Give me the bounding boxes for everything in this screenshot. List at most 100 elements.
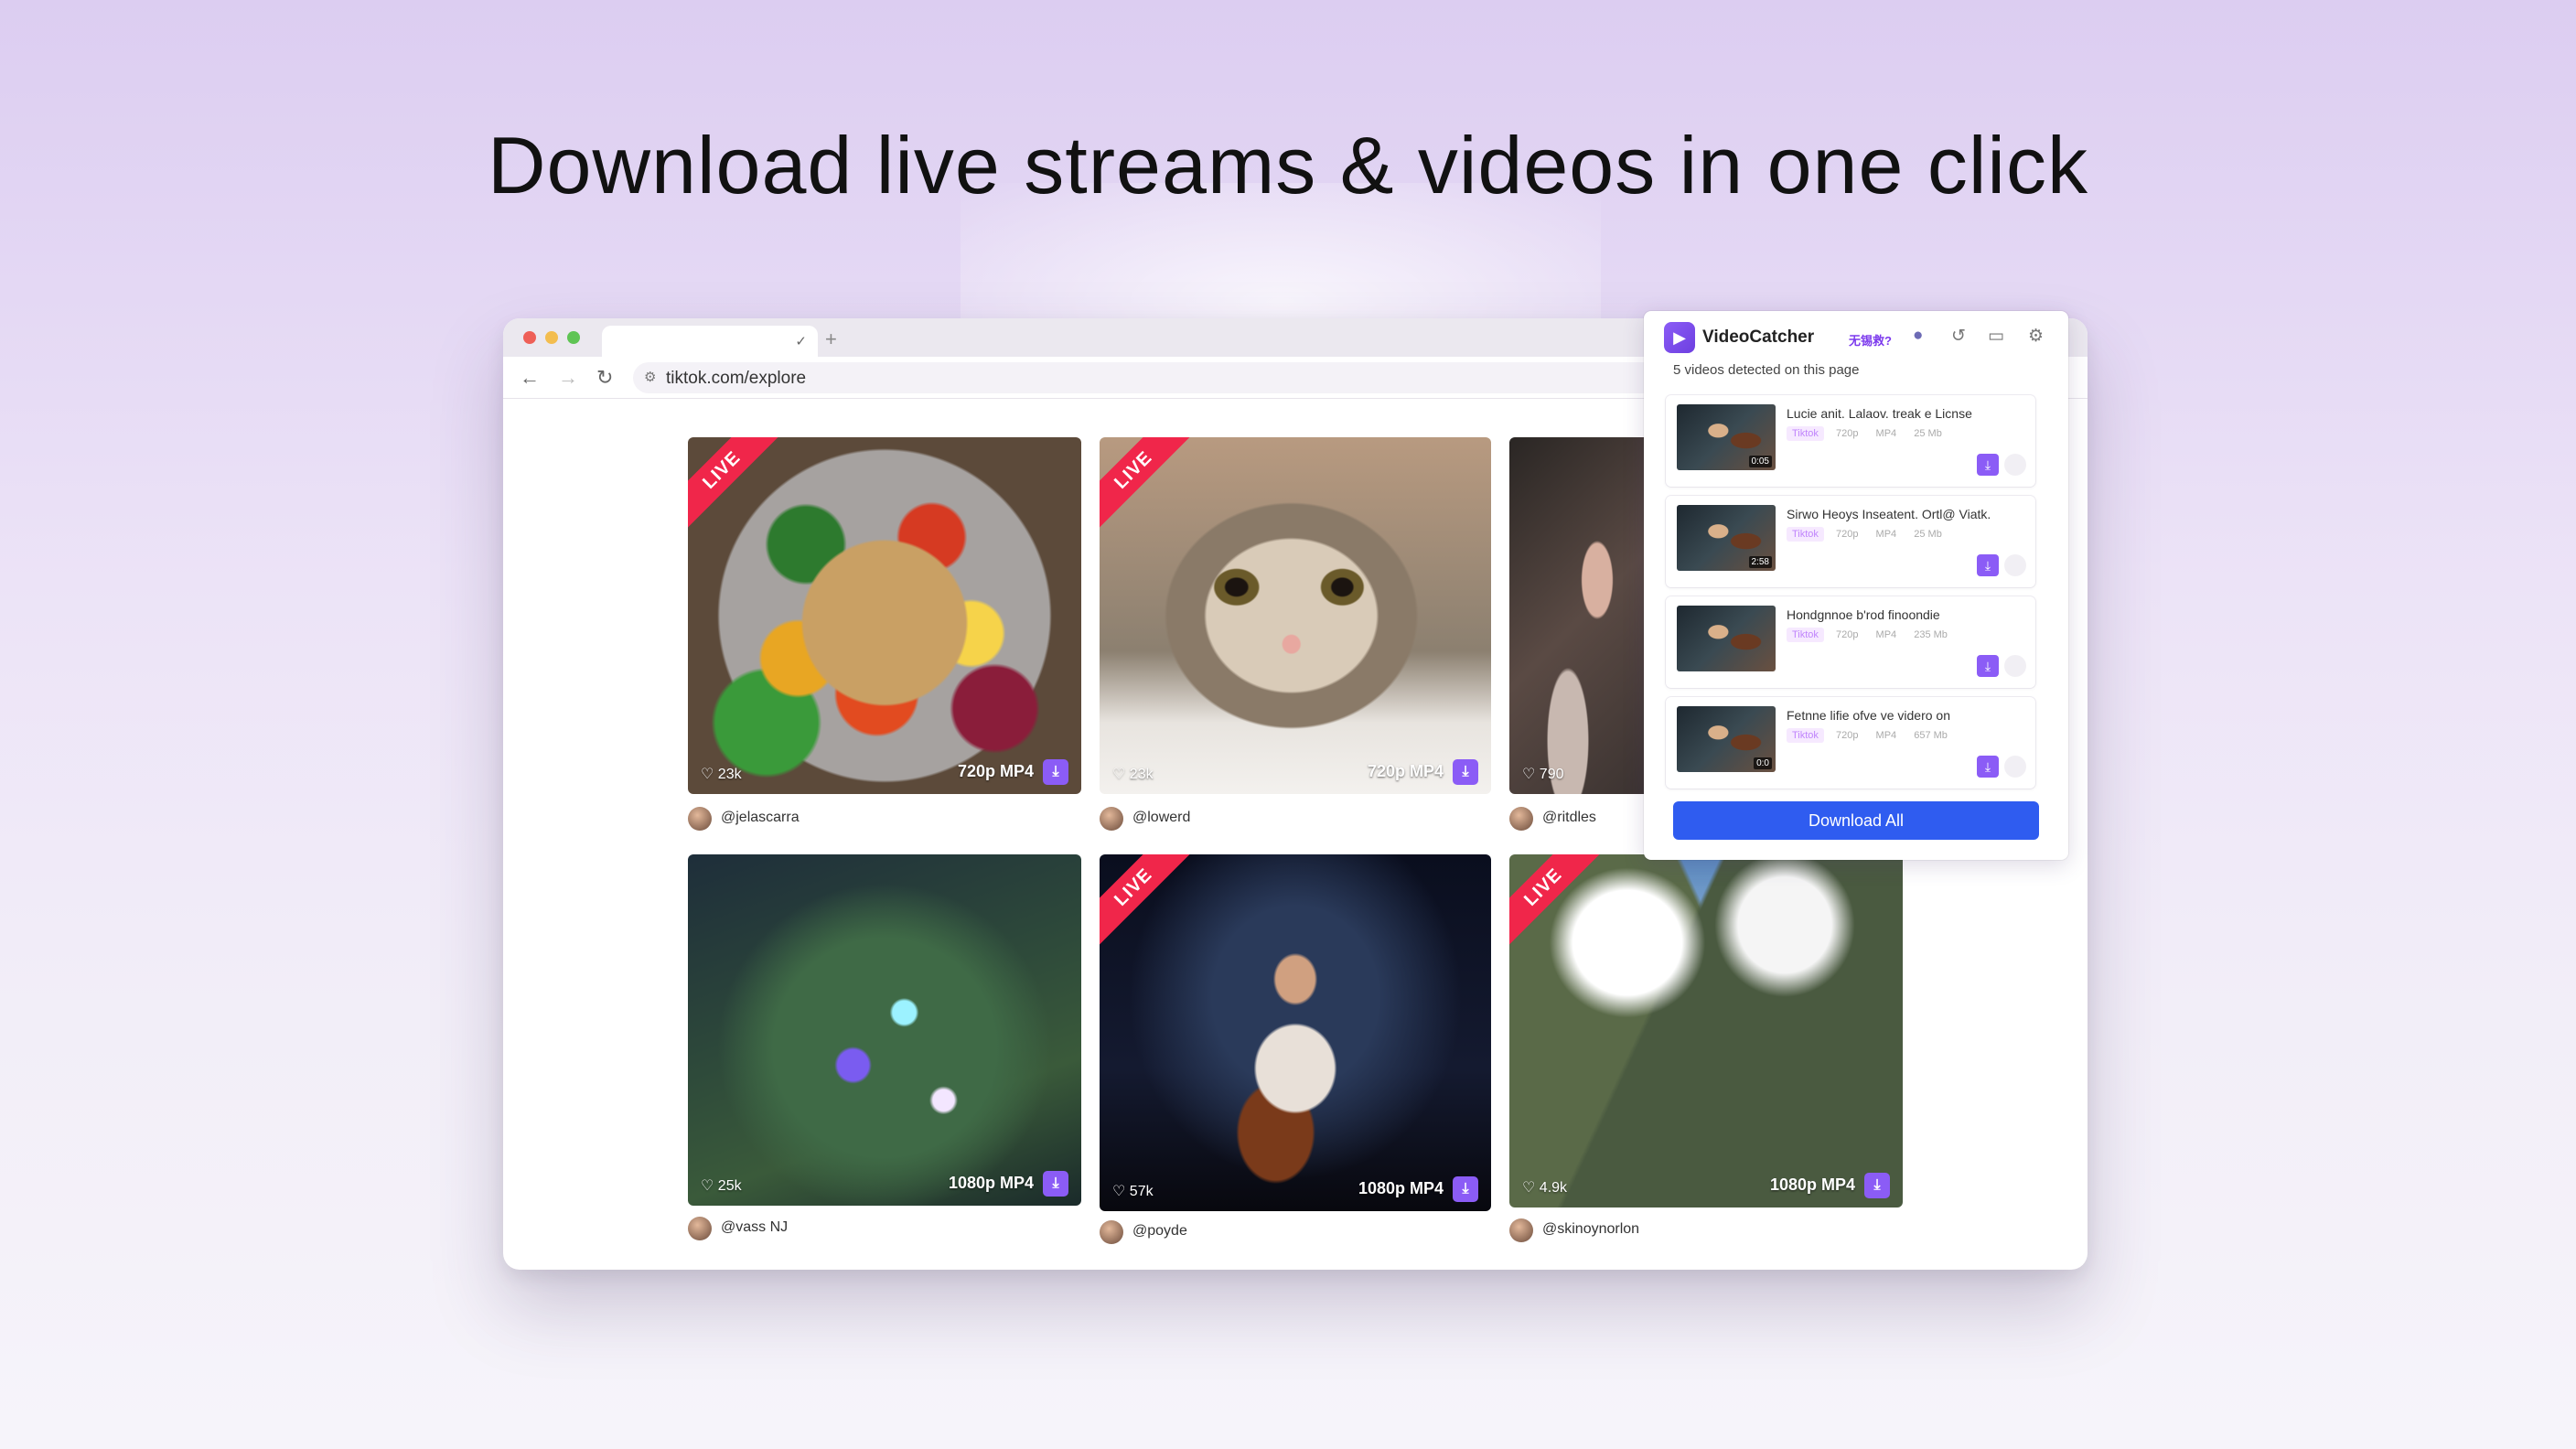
likes-count: ♡ 25k: [701, 1178, 742, 1194]
format-text: MP4: [1875, 730, 1897, 741]
video-thumbnail: 0:0: [1677, 706, 1776, 772]
download-icon[interactable]: ⤓: [1453, 759, 1478, 785]
download-icon[interactable]: ⤓: [1453, 1176, 1478, 1202]
quality-label: 1080p MP4: [1769, 1175, 1855, 1194]
format-text: MP4: [1875, 629, 1897, 640]
folder-icon[interactable]: ▭: [1988, 326, 2004, 347]
avatar[interactable]: [688, 1217, 712, 1240]
extension-panel: ▶ VideoCatcher 无锡救? ● ↺ ▭ ⚙ 5 videos det…: [1644, 311, 2068, 860]
live-badge: LIVE: [1100, 437, 1200, 537]
account-icon[interactable]: ●: [1913, 326, 1923, 346]
download-icon[interactable]: ⤓: [1864, 1173, 1890, 1198]
video-title: Lucie anit. Lalaov. treak e Licnse: [1787, 406, 1972, 421]
likes-count: ♡ 23k: [1112, 767, 1154, 782]
avatar[interactable]: [1100, 807, 1123, 831]
quality-label: 1080p MP4: [1358, 1179, 1444, 1197]
video-thumbnail[interactable]: ♡ 790: [1509, 437, 1656, 794]
author-name[interactable]: @jelascarra: [721, 810, 800, 826]
detected-count: 5 videos detected on this page: [1673, 362, 1860, 378]
quality-text: 720p: [1836, 428, 1859, 439]
download-icon[interactable]: ⤓: [1043, 759, 1068, 785]
videocatcher-logo-icon: ▶: [1664, 322, 1695, 353]
video-thumbnail[interactable]: ♡ 25k 1080p MP4 ⤓: [688, 854, 1081, 1206]
quality-text: 720p: [1836, 629, 1859, 640]
source-tag: Tiktok: [1787, 628, 1824, 642]
minimize-window-button[interactable]: [545, 331, 558, 344]
tab-close-icon[interactable]: ✓: [795, 333, 807, 349]
download-icon[interactable]: ⤓: [1977, 454, 1999, 476]
author-name[interactable]: @ritdles: [1542, 810, 1596, 826]
format-text: MP4: [1875, 529, 1897, 540]
reload-icon[interactable]: ↻: [596, 366, 613, 390]
author-name[interactable]: @lowerd: [1132, 810, 1190, 826]
avatar[interactable]: [688, 807, 712, 831]
video-title: Sirwo Heoys Inseatent. Ortl@ Viatk.: [1787, 507, 1991, 521]
avatar[interactable]: [1100, 1220, 1123, 1244]
video-meta: Tiktok 720p MP4 25 Mb: [1787, 527, 1957, 542]
headline: Download live streams & videos in one cl…: [488, 120, 2088, 210]
video-meta: Tiktok 720p MP4 235 Mb: [1787, 628, 1962, 642]
source-tag: Tiktok: [1787, 728, 1824, 743]
browser-tab[interactable]: ✓: [602, 326, 818, 357]
format-text: MP4: [1875, 428, 1897, 439]
video-title: Fetnne lifie ofve ve videro on: [1787, 708, 1950, 723]
arrow-right-icon[interactable]: →: [558, 366, 578, 390]
history-icon[interactable]: ↺: [1951, 326, 1966, 347]
download-icon[interactable]: ⤓: [1977, 655, 1999, 677]
size-text: 235 Mb: [1914, 629, 1948, 640]
size-text: 25 Mb: [1914, 529, 1942, 540]
avatar[interactable]: [1509, 807, 1533, 831]
download-icon[interactable]: ⤓: [1977, 554, 1999, 576]
extension-title: VideoCatcher: [1702, 327, 1815, 347]
promo-link[interactable]: 无锡救?: [1849, 331, 1892, 349]
video-thumbnail[interactable]: LIVE ♡ 57k 1080p MP4 ⤓: [1100, 854, 1491, 1211]
avatar[interactable]: [1509, 1218, 1533, 1242]
maximize-window-button[interactable]: [567, 331, 580, 344]
author-name[interactable]: @poyde: [1132, 1223, 1187, 1240]
video-meta: Tiktok 720p MP4 657 Mb: [1787, 728, 1962, 743]
quality-label: 720p MP4: [1367, 762, 1444, 780]
quality-text: 720p: [1836, 529, 1859, 540]
source-tag: Tiktok: [1787, 426, 1824, 441]
download-icon[interactable]: ⤓: [1977, 756, 1999, 778]
list-item[interactable]: 2:58 Sirwo Heoys Inseatent. Ortl@ Viatk.…: [1666, 496, 2035, 587]
quality-text: 720p: [1836, 730, 1859, 741]
gear-icon[interactable]: ⚙: [2028, 326, 2044, 347]
video-thumbnail[interactable]: LIVE ♡ 23k 720p MP4 ⤓: [688, 437, 1081, 794]
more-options-button[interactable]: [2004, 756, 2026, 778]
arrow-left-icon[interactable]: ←: [520, 366, 540, 390]
video-thumbnail[interactable]: LIVE ♡ 23k 720p MP4 ⤓: [1100, 437, 1491, 794]
live-badge: LIVE: [1509, 854, 1610, 954]
likes-count: ♡ 57k: [1112, 1184, 1154, 1199]
duration-badge: 0:0: [1754, 757, 1772, 769]
address-bar[interactable]: ⚙ tiktok.com/explore: [633, 362, 1813, 393]
size-text: 25 Mb: [1914, 428, 1942, 439]
list-item[interactable]: 0:0 Fetnne lifie ofve ve videro on Tikto…: [1666, 697, 2035, 789]
author-name[interactable]: @vass NJ: [721, 1219, 788, 1236]
size-text: 657 Mb: [1914, 730, 1948, 741]
download-all-button[interactable]: Download All: [1673, 801, 2039, 840]
video-thumbnail: [1677, 606, 1776, 671]
list-item[interactable]: 0:05 Lucie anit. Lalaov. treak e Licnse …: [1666, 395, 2035, 487]
site-info-icon[interactable]: ⚙: [644, 369, 656, 385]
video-thumbnail: 0:05: [1677, 404, 1776, 470]
likes-count: ♡ 790: [1522, 767, 1564, 782]
quality-label: 1080p MP4: [948, 1174, 1034, 1192]
author-name[interactable]: @skinoynorlon: [1542, 1221, 1639, 1238]
close-window-button[interactable]: [523, 331, 536, 344]
more-options-button[interactable]: [2004, 655, 2026, 677]
quality-label: 720p MP4: [957, 762, 1034, 780]
new-tab-button[interactable]: +: [825, 327, 837, 351]
more-options-button[interactable]: [2004, 554, 2026, 576]
more-options-button[interactable]: [2004, 454, 2026, 476]
url-text[interactable]: tiktok.com/explore: [666, 369, 806, 389]
video-thumbnail: 2:58: [1677, 505, 1776, 571]
duration-badge: 2:58: [1748, 556, 1772, 568]
download-icon[interactable]: ⤓: [1043, 1171, 1068, 1197]
video-title: Hondgnnoe b'rod finoondie: [1787, 607, 1940, 622]
video-thumbnail[interactable]: LIVE ♡ 4.9k 1080p MP4 ⤓: [1509, 854, 1903, 1208]
likes-count: ♡ 23k: [701, 767, 742, 782]
live-badge: LIVE: [688, 437, 789, 537]
live-badge: LIVE: [1100, 854, 1200, 954]
list-item[interactable]: Hondgnnoe b'rod finoondie Tiktok 720p MP…: [1666, 596, 2035, 688]
